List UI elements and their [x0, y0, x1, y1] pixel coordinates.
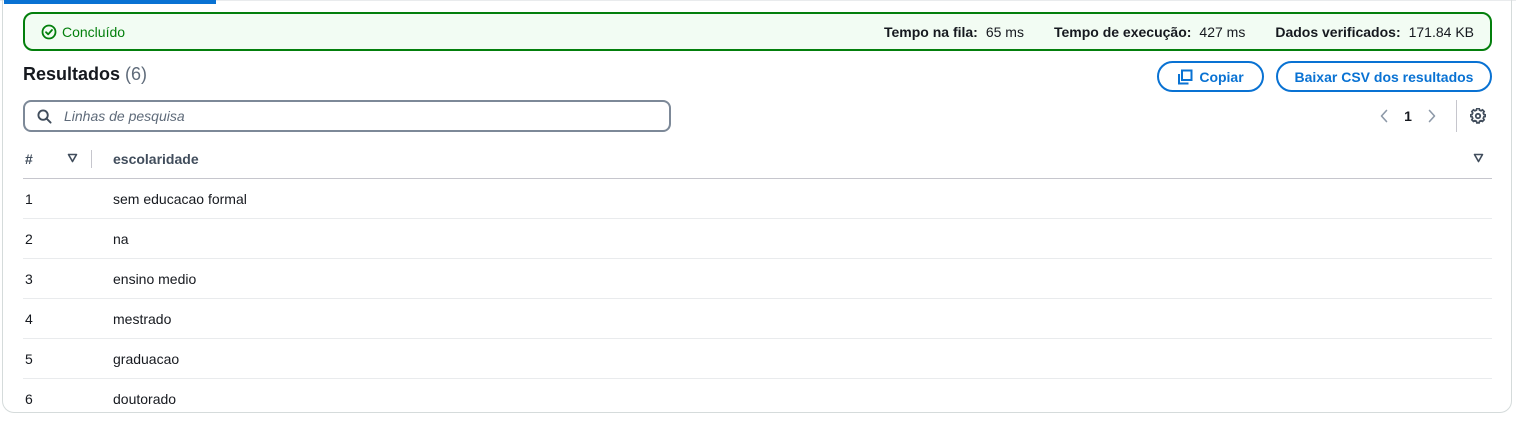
copy-icon: [1178, 69, 1193, 84]
copy-button[interactable]: Copiar: [1157, 61, 1264, 92]
results-table: # escolaridade 1 sem educacao formal 2 n…: [23, 140, 1492, 418]
column-header-escolaridade[interactable]: escolaridade: [113, 151, 199, 167]
table-row: 3 ensino medio: [23, 259, 1492, 299]
download-csv-label: Baixar CSV dos resultados: [1294, 68, 1474, 85]
stat-label: Tempo de execução:: [1053, 23, 1192, 40]
stat-execution-time: Tempo de execução: 427 ms: [1054, 24, 1245, 40]
query-stats: Tempo na fila: 65 ms Tempo de execução: …: [854, 24, 1474, 40]
search-icon: [37, 108, 52, 124]
pagination: 1: [1372, 104, 1444, 128]
table-settings-button[interactable]: [1468, 106, 1488, 126]
column-header-index: #: [25, 151, 33, 167]
table-row: 5 graduacao: [23, 339, 1492, 379]
stat-data-scanned: Dados verificados: 171.84 KB: [1275, 24, 1474, 40]
next-page-button[interactable]: [1420, 104, 1444, 128]
table-header: # escolaridade: [23, 140, 1492, 179]
cell-escolaridade: na: [113, 231, 129, 247]
status-indicator: Concluído: [41, 24, 125, 40]
check-circle-icon: [41, 24, 57, 39]
search-field[interactable]: [23, 100, 671, 132]
row-index: 5: [25, 351, 33, 367]
column-resizer[interactable]: [91, 150, 92, 168]
cell-escolaridade: ensino medio: [113, 271, 197, 287]
chevron-left-icon: [1380, 109, 1388, 123]
copy-button-label: Copiar: [1199, 68, 1244, 85]
table-row: 1 sem educacao formal: [23, 179, 1492, 219]
row-index: 2: [25, 231, 33, 247]
stat-value: 171.84 KB: [1408, 23, 1474, 40]
table-row: 2 na: [23, 219, 1492, 259]
search-input[interactable]: [62, 107, 626, 125]
table-row: 4 mestrado: [23, 299, 1492, 339]
current-page-number[interactable]: 1: [1396, 108, 1420, 124]
table-row: 6 doutorado: [23, 379, 1492, 418]
stat-label: Dados verificados:: [1275, 23, 1401, 40]
stat-queue-time: Tempo na fila: 65 ms: [884, 24, 1024, 40]
download-csv-button[interactable]: Baixar CSV dos resultados: [1276, 61, 1492, 92]
cell-escolaridade: doutorado: [113, 391, 177, 407]
results-heading: Resultados (6): [23, 64, 147, 85]
query-status-bar: Concluído Tempo na fila: 65 ms Tempo de …: [23, 12, 1492, 51]
row-index: 4: [25, 311, 33, 327]
cell-escolaridade: graduacao: [113, 351, 180, 367]
stat-label: Tempo na fila:: [883, 23, 978, 40]
gear-icon: [1470, 108, 1486, 124]
cell-escolaridade: mestrado: [113, 311, 172, 327]
cell-escolaridade: sem educacao formal: [113, 191, 247, 207]
stat-value: 65 ms: [985, 23, 1024, 40]
previous-page-button[interactable]: [1372, 104, 1396, 128]
results-count: (6): [125, 64, 148, 84]
results-title: Resultados: [23, 64, 121, 84]
row-index: 1: [25, 191, 33, 207]
chevron-right-icon: [1428, 109, 1436, 123]
sort-caret-down-icon[interactable]: [1473, 153, 1484, 163]
pagination-divider: [1456, 100, 1457, 132]
stat-value: 427 ms: [1199, 23, 1246, 40]
row-index: 6: [25, 391, 33, 407]
row-index: 3: [25, 271, 33, 287]
sort-caret-down-icon[interactable]: [67, 153, 78, 163]
status-label: Concluído: [62, 23, 126, 40]
